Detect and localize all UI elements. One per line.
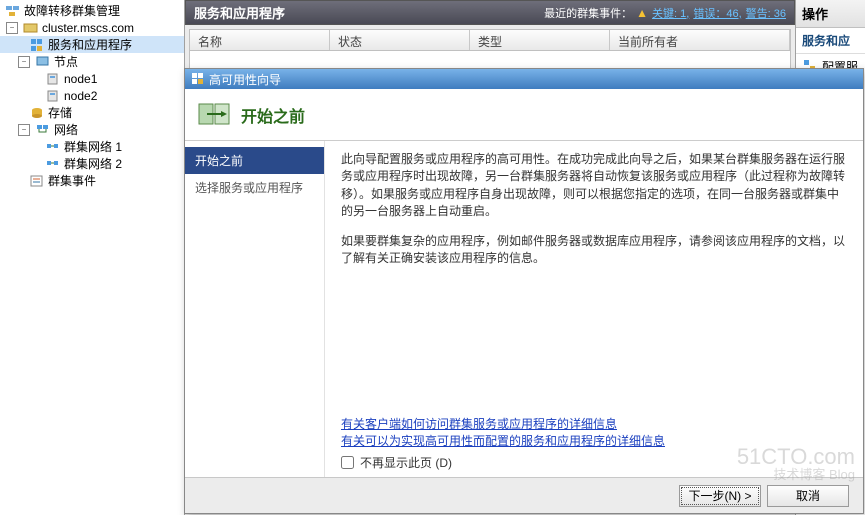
wizard-dontshow-checkbox[interactable]: [341, 456, 354, 469]
wizard-footer: 下一步(N) > 取消: [185, 477, 863, 513]
wizard-para-2: 如果要群集复杂的应用程序，例如邮件服务器或数据库应用程序，请参阅该应用程序的文档…: [341, 233, 847, 268]
warning-icon: ▲: [636, 6, 648, 20]
wizard-window-icon: [191, 72, 205, 86]
wizard-link-ha-configure[interactable]: 有关可以为实现高可用性而配置的服务和应用程序的详细信息: [341, 433, 847, 450]
events-icon: [29, 174, 45, 188]
link-error[interactable]: 错误：46,: [693, 5, 741, 21]
wizard-heading-icon: [197, 98, 231, 132]
actions-subhead: 服务和应: [796, 28, 865, 54]
cancel-button[interactable]: 取消: [767, 485, 849, 507]
wizard-dontshow-label: 不再显示此页 (D): [360, 454, 452, 471]
tree-nodes[interactable]: − 节点: [0, 53, 184, 70]
wizard-nav-step-select[interactable]: 选择服务或应用程序: [185, 174, 324, 201]
tree-networks[interactable]: − 网络: [0, 121, 184, 138]
wizard-links: 有关客户端如何访问群集服务或应用程序的详细信息 有关可以为实现高可用性而配置的服…: [341, 416, 847, 450]
link-critical[interactable]: 关键: 1,: [652, 5, 689, 21]
link-warning[interactable]: 警告: 36: [746, 5, 786, 21]
col-header-owner[interactable]: 当前所有者: [610, 30, 790, 50]
tree-root[interactable]: 故障转移群集管理: [0, 2, 184, 19]
wizard-title-text: 高可用性向导: [209, 71, 281, 88]
wizard-para-1: 此向导配置服务或应用程序的高可用性。在成功完成此向导之后，如果某台群集服务器在运…: [341, 151, 847, 221]
tree-net1[interactable]: 群集网络 1: [0, 138, 184, 155]
tree-cluster-label: cluster.mscs.com: [42, 21, 134, 35]
tree-networks-label: 网络: [54, 121, 78, 138]
tree-events-label: 群集事件: [48, 172, 96, 189]
server-icon: [45, 72, 61, 86]
tree-node1-label: node1: [64, 72, 97, 86]
network-item-icon: [45, 140, 61, 154]
network-item-icon: [45, 157, 61, 171]
table-header-row: 名称 状态 类型 当前所有者: [189, 29, 791, 51]
storage-icon: [29, 106, 45, 120]
col-header-state[interactable]: 状态: [330, 30, 470, 50]
server-icon: [45, 89, 61, 103]
wizard-link-clients[interactable]: 有关客户端如何访问群集服务或应用程序的详细信息: [341, 416, 847, 433]
tree-node2-label: node2: [64, 89, 97, 103]
tree-cluster[interactable]: − cluster.mscs.com: [0, 19, 184, 36]
tree-node2[interactable]: node2: [0, 87, 184, 104]
tree-services-apps[interactable]: 服务和应用程序: [0, 36, 184, 53]
tree-storage-label: 存储: [48, 104, 72, 121]
expander-icon[interactable]: −: [6, 22, 18, 34]
tree-node1[interactable]: node1: [0, 70, 184, 87]
tree-net2-label: 群集网络 2: [64, 155, 122, 172]
services-apps-icon: [29, 38, 45, 52]
wizard-content: 此向导配置服务或应用程序的高可用性。在成功完成此向导之后，如果某台群集服务器在运…: [325, 141, 863, 477]
next-button[interactable]: 下一步(N) >: [679, 485, 761, 507]
main-header-title: 服务和应用程序: [194, 3, 285, 22]
tree-panel[interactable]: 故障转移群集管理 − cluster.mscs.com 服务和应用程序 − 节点: [0, 0, 185, 515]
wizard-nav: 开始之前 选择服务或应用程序: [185, 141, 325, 477]
col-header-type[interactable]: 类型: [470, 30, 610, 50]
ha-wizard-window: 高可用性向导 开始之前 开始之前 选择服务或应用程序 此向导配置服务或应用程序的…: [184, 68, 864, 514]
recent-events: 最近的群集事件： ▲ 关键: 1, 错误：46, 警告: 36: [544, 5, 786, 21]
cluster-icon: [23, 21, 39, 35]
expander-icon[interactable]: −: [18, 56, 30, 68]
col-header-name[interactable]: 名称: [190, 30, 330, 50]
recent-events-label: 最近的群集事件：: [544, 5, 632, 21]
cluster-icon: [5, 4, 21, 18]
network-icon: [35, 123, 51, 137]
nodes-icon: [35, 55, 51, 69]
wizard-heading-text: 开始之前: [241, 103, 305, 127]
tree-storage[interactable]: 存储: [0, 104, 184, 121]
actions-header: 操作: [796, 0, 865, 28]
tree-events[interactable]: 群集事件: [0, 172, 184, 189]
tree-nodes-label: 节点: [54, 53, 78, 70]
wizard-dontshow-row: 不再显示此页 (D): [341, 454, 847, 471]
wizard-nav-step-before[interactable]: 开始之前: [185, 147, 324, 174]
tree-root-label: 故障转移群集管理: [24, 2, 120, 19]
expander-icon[interactable]: −: [18, 124, 30, 136]
tree-net1-label: 群集网络 1: [64, 138, 122, 155]
tree-net2[interactable]: 群集网络 2: [0, 155, 184, 172]
tree-services-apps-label: 服务和应用程序: [48, 36, 132, 53]
wizard-header: 开始之前: [185, 89, 863, 141]
wizard-titlebar[interactable]: 高可用性向导: [185, 69, 863, 89]
main-header: 服务和应用程序 最近的群集事件： ▲ 关键: 1, 错误：46, 警告: 36: [185, 0, 795, 25]
